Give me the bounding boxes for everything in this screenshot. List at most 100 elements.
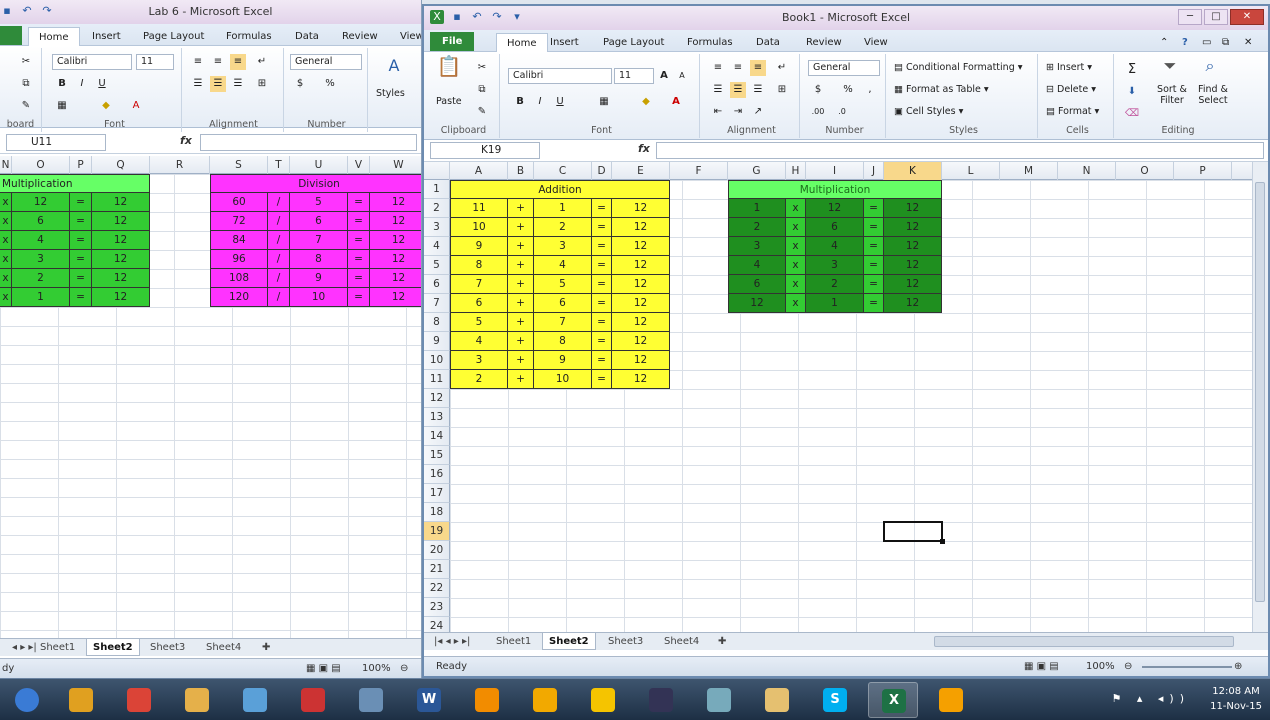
comma-style-icon[interactable]: , (862, 82, 878, 98)
borders-icon[interactable]: ▦ (54, 98, 70, 114)
wrap-text-icon[interactable]: ↵ (774, 60, 790, 76)
italic-icon[interactable]: I (532, 94, 548, 110)
fill-icon[interactable]: ⬇ (1124, 84, 1140, 100)
multiplication-cell[interactable]: 2 (806, 275, 864, 294)
addition-cell[interactable]: + (508, 351, 534, 370)
multiplication-cell[interactable]: 12 (884, 294, 942, 313)
multiplication-cell[interactable]: 12 (92, 193, 150, 212)
font-color-icon[interactable]: A (668, 94, 684, 110)
addition-cell[interactable]: 12 (612, 351, 670, 370)
column-header-q[interactable]: Q (92, 156, 150, 174)
column-header-o[interactable]: O (12, 156, 70, 174)
align-bottom-icon[interactable]: ≡ (230, 54, 246, 70)
save-icon[interactable]: ▪ (0, 4, 14, 18)
tab-formulas[interactable]: Formulas (226, 27, 272, 46)
addition-cell[interactable]: 5 (450, 313, 508, 332)
select-all-corner[interactable] (424, 162, 450, 180)
multiplication-cell[interactable]: 12 (92, 250, 150, 269)
currency-icon[interactable]: $ (810, 82, 826, 98)
column-header-a[interactable]: A (450, 162, 508, 180)
row-header-7[interactable]: 7 (424, 294, 450, 313)
addition-cell[interactable]: = (592, 370, 612, 389)
addition-cell[interactable]: + (508, 237, 534, 256)
addition-cell[interactable]: 12 (612, 237, 670, 256)
addition-cell[interactable]: + (508, 294, 534, 313)
multiplication-cell[interactable]: 6 (12, 212, 70, 231)
column-header-o[interactable]: O (1116, 162, 1174, 180)
multiplication-cell[interactable]: 6 (728, 275, 786, 294)
multiplication-cell[interactable]: 4 (12, 231, 70, 250)
align-top-icon[interactable]: ≡ (190, 54, 206, 70)
row-header-22[interactable]: 22 (424, 579, 450, 598)
division-cell[interactable]: 84 (210, 231, 268, 250)
division-cell[interactable]: = (348, 288, 370, 307)
view-buttons-icon[interactable]: ▦ ▣ ▤ (306, 661, 341, 677)
tab-view[interactable]: View (864, 33, 888, 52)
sheet-tab-sheet2[interactable]: Sheet2 (86, 639, 140, 656)
format-painter-icon[interactable]: ✎ (18, 98, 34, 114)
row-header-23[interactable]: 23 (424, 598, 450, 617)
paste-icon[interactable]: 📋 (434, 56, 464, 88)
addition-cell[interactable]: 4 (534, 256, 592, 275)
multiplication-cell[interactable]: x (786, 275, 806, 294)
format-as-table-button[interactable]: ▦ Format as Table ▾ (894, 84, 989, 95)
row-header-20[interactable]: 20 (424, 541, 450, 560)
multiplication-cell[interactable]: 4 (728, 256, 786, 275)
multiplication-cell[interactable]: = (70, 231, 92, 250)
division-cell[interactable]: 72 (210, 212, 268, 231)
taskbar-excel[interactable]: X (868, 682, 918, 718)
sheet-tab-sheet1[interactable]: Sheet1 (34, 639, 81, 656)
multiplication-cell[interactable]: = (70, 269, 92, 288)
multiplication-cell[interactable]: x (786, 237, 806, 256)
taskbar-snipping-tool[interactable] (288, 682, 338, 718)
addition-cell[interactable]: 7 (450, 275, 508, 294)
division-cell[interactable]: / (268, 231, 290, 250)
multiplication-title[interactable]: Multiplication (728, 180, 942, 199)
multiplication-cell[interactable]: = (864, 199, 884, 218)
sort-filter-label[interactable]: Sort & Filter (1154, 84, 1190, 106)
addition-cell[interactable]: 3 (534, 237, 592, 256)
addition-cell[interactable]: = (592, 218, 612, 237)
addition-cell[interactable]: 12 (612, 294, 670, 313)
tab-view[interactable]: View (400, 27, 421, 46)
multiplication-cell[interactable]: x (786, 199, 806, 218)
increase-indent-icon[interactable]: ⇥ (730, 104, 746, 120)
font-size-combo[interactable]: 11 (614, 68, 654, 84)
multiplication-cell[interactable]: x (786, 294, 806, 313)
division-cell[interactable]: / (268, 212, 290, 231)
currency-icon[interactable]: $ (292, 76, 308, 92)
column-header-t[interactable]: T (268, 156, 290, 174)
addition-cell[interactable]: 8 (450, 256, 508, 275)
addition-cell[interactable]: = (592, 237, 612, 256)
multiplication-cell[interactable]: = (70, 212, 92, 231)
row-header-13[interactable]: 13 (424, 408, 450, 427)
shrink-font-icon[interactable]: A (674, 68, 690, 84)
restore-window-icon[interactable]: ▭ (1202, 33, 1211, 52)
paste-label[interactable]: Paste (436, 96, 462, 107)
multiplication-cell[interactable]: 1 (806, 294, 864, 313)
division-cell[interactable]: 12 (370, 288, 421, 307)
multiplication-cell[interactable]: = (70, 250, 92, 269)
grow-font-icon[interactable]: A (656, 68, 672, 84)
division-cell[interactable]: 12 (370, 269, 421, 288)
active-cell-k19[interactable] (883, 521, 943, 542)
multiplication-cell[interactable]: 12 (92, 231, 150, 250)
underline-icon[interactable]: U (552, 94, 568, 110)
column-header-i[interactable]: I (806, 162, 864, 180)
align-right-icon[interactable]: ☰ (230, 76, 246, 92)
column-header-p[interactable]: P (70, 156, 92, 174)
taskbar-other-app[interactable] (520, 682, 570, 718)
multiplication-cell[interactable]: x (0, 212, 12, 231)
taskbar-chrome[interactable] (114, 682, 164, 718)
multiplication-cell[interactable]: = (70, 193, 92, 212)
multiplication-cell[interactable]: x (0, 231, 12, 250)
column-header-b[interactable]: B (508, 162, 534, 180)
help-icon[interactable]: ? (1182, 33, 1188, 52)
column-header-u[interactable]: U (290, 156, 348, 174)
column-header-g[interactable]: G (728, 162, 786, 180)
addition-cell[interactable]: 3 (450, 351, 508, 370)
division-cell[interactable]: / (268, 193, 290, 212)
sheet-tab-sheet4[interactable]: Sheet4 (658, 633, 705, 650)
row-header-3[interactable]: 3 (424, 218, 450, 237)
multiplication-cell[interactable]: 12 (92, 269, 150, 288)
